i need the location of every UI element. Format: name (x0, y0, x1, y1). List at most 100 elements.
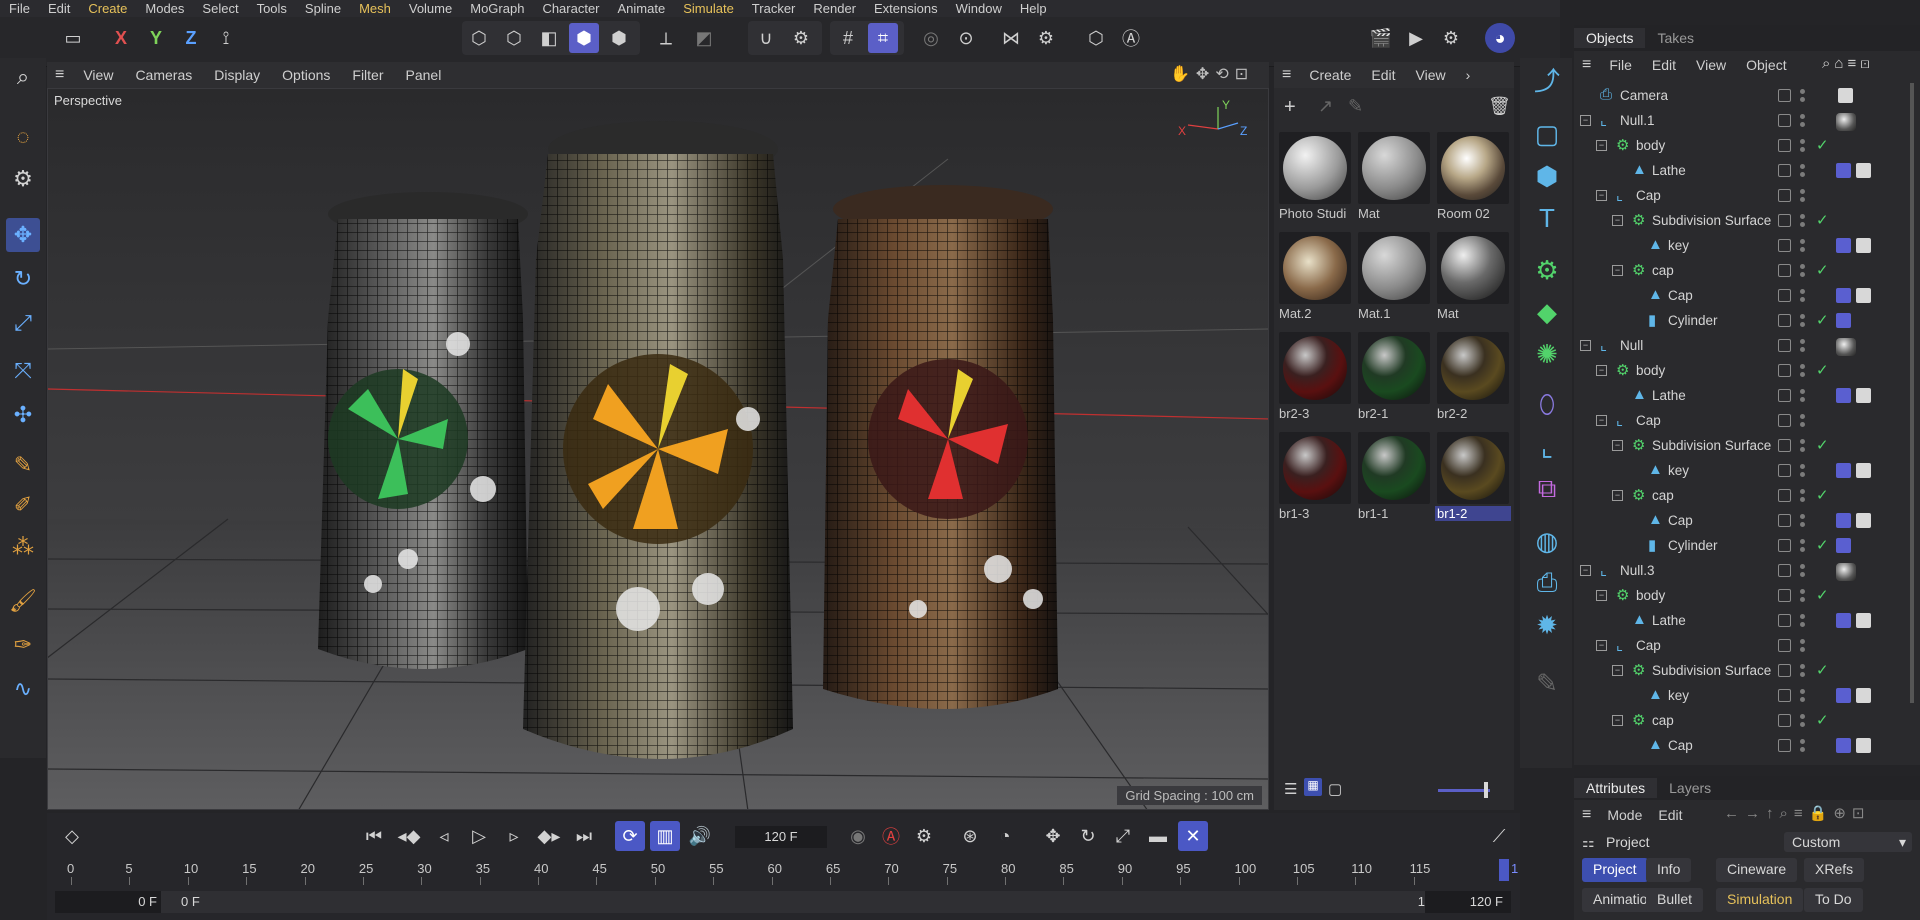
enabled-check-icon[interactable]: ✓ (1816, 136, 1829, 154)
render-visibility-dot[interactable] (1800, 122, 1805, 127)
viewport-menu-cameras[interactable]: Cameras (124, 67, 203, 83)
object-name[interactable]: cap (1652, 488, 1674, 503)
coordinate-system-icon[interactable]: ⟟ (211, 23, 241, 53)
render-settings-a-icon[interactable]: Ⓐ (1116, 23, 1146, 53)
object-row-cap[interactable]: ▲ Cap (1574, 733, 1920, 758)
attributes-menu-edit[interactable]: Edit (1650, 807, 1690, 823)
object-name[interactable]: Cap (1668, 513, 1693, 528)
object-row-cylinder[interactable]: ▮ Cylinder ✓ (1574, 533, 1920, 558)
render-visibility-dot[interactable] (1800, 272, 1805, 277)
editor-visibility-dot[interactable] (1800, 514, 1805, 519)
solo-off-icon[interactable]: ◎ (916, 23, 946, 53)
render-visibility-dot[interactable] (1800, 747, 1805, 752)
delete-material-icon[interactable]: 🗑 (1488, 96, 1511, 117)
render-visibility-dot[interactable] (1800, 297, 1805, 302)
render-visibility-dot[interactable] (1800, 347, 1805, 352)
collapse-icon[interactable]: − (1596, 415, 1607, 426)
eyedropper-icon[interactable]: ✎ (1348, 96, 1363, 117)
enabled-check-icon[interactable]: ✓ (1816, 536, 1829, 554)
enabled-check-icon[interactable]: ✓ (1816, 311, 1829, 329)
render-visibility-dot[interactable] (1800, 372, 1805, 377)
object-row-subdivision-surface[interactable]: − ⚙ Subdivision Surface ✓ (1574, 208, 1920, 233)
interactive-render-region-icon[interactable]: ⬡ (1081, 23, 1111, 53)
deformer-icon[interactable]: ⬯ (1528, 386, 1566, 424)
editor-visibility-dot[interactable] (1800, 89, 1805, 94)
material-tag-icon[interactable] (1836, 738, 1851, 753)
uvw-tag-icon[interactable] (1856, 613, 1871, 628)
thumbnail-size-handle[interactable] (1484, 782, 1488, 798)
mograph-cloner-icon[interactable]: ◆ (1528, 293, 1566, 331)
object-row-body[interactable]: − ⚙ body ✓ (1574, 358, 1920, 383)
layer-edit-icon[interactable] (1778, 264, 1791, 277)
layer-edit-icon[interactable] (1778, 189, 1791, 202)
lock-z-axis-button[interactable]: Z (176, 23, 206, 53)
material-swatch-br2-1[interactable]: br2-1 (1356, 330, 1432, 426)
layer-edit-icon[interactable] (1778, 364, 1791, 377)
material-tag-icon[interactable] (1836, 463, 1851, 478)
objects-menu-object[interactable]: Object (1736, 57, 1796, 73)
layer-edit-icon[interactable] (1778, 439, 1791, 452)
objects-hamburger-icon[interactable]: ≡ (1574, 56, 1599, 74)
menu-character[interactable]: Character (533, 1, 608, 16)
editor-visibility-dot[interactable] (1800, 289, 1805, 294)
render-visibility-dot[interactable] (1800, 447, 1805, 452)
collapse-icon[interactable]: − (1580, 565, 1591, 576)
object-name[interactable]: Cap (1636, 188, 1661, 203)
render-visibility-dot[interactable] (1800, 322, 1805, 327)
render-visibility-dot[interactable] (1800, 622, 1805, 627)
object-row-null-3[interactable]: − ⌞ Null.3 (1574, 558, 1920, 583)
editor-visibility-dot[interactable] (1800, 139, 1805, 144)
symmetry-settings-icon[interactable]: ⚙ (1031, 23, 1061, 53)
collapse-icon[interactable]: − (1612, 215, 1623, 226)
object-row-subdivision-surface[interactable]: − ⚙ Subdivision Surface ✓ (1574, 433, 1920, 458)
startup-layout-icon[interactable]: ◕ (1485, 23, 1515, 53)
collapse-icon[interactable]: − (1596, 140, 1607, 151)
layer-edit-icon[interactable] (1778, 89, 1791, 102)
menu-tracker[interactable]: Tracker (743, 1, 805, 16)
uvw-tag-icon[interactable] (1856, 738, 1871, 753)
editor-visibility-dot[interactable] (1800, 639, 1805, 644)
layer-edit-icon[interactable] (1778, 739, 1791, 752)
menu-create[interactable]: Create (79, 1, 136, 16)
render-visibility-dot[interactable] (1800, 247, 1805, 252)
undo-history-icon[interactable]: ▭ (58, 23, 88, 53)
viewport-menu-view[interactable]: View (72, 67, 124, 83)
lock-x-axis-button[interactable]: X (106, 23, 136, 53)
thumbnail-size-slider[interactable] (1438, 789, 1490, 792)
collapse-icon[interactable]: − (1596, 640, 1607, 651)
large-view-icon[interactable]: ▢ (1328, 780, 1342, 798)
editor-visibility-dot[interactable] (1800, 714, 1805, 719)
object-row-null-1[interactable]: − ⌞ Null.1 (1574, 108, 1920, 133)
material-swatch-br2-2[interactable]: br2-2 (1435, 330, 1511, 426)
viewport-menu-panel[interactable]: Panel (395, 67, 453, 83)
menu-edit[interactable]: Edit (39, 1, 79, 16)
light-icon[interactable]: ✹ (1528, 606, 1566, 644)
editor-visibility-dot[interactable] (1800, 664, 1805, 669)
editor-visibility-dot[interactable] (1800, 214, 1805, 219)
menu-file[interactable]: File (0, 1, 39, 16)
object-row-cap[interactable]: − ⚙ cap ✓ (1574, 483, 1920, 508)
axis-mode-icon[interactable]: ⟂ (651, 23, 681, 53)
uvw-tag-icon[interactable] (1856, 513, 1871, 528)
menu-modes[interactable]: Modes (136, 1, 193, 16)
object-name[interactable]: Cap (1636, 413, 1661, 428)
attributes-tab-xrefs[interactable]: XRefs (1804, 858, 1865, 882)
menu-select[interactable]: Select (193, 1, 247, 16)
collapse-icon[interactable]: − (1580, 340, 1591, 351)
layer-edit-icon[interactable] (1778, 489, 1791, 502)
search-icon[interactable]: ⌕ (6, 60, 40, 94)
render-visibility-dot[interactable] (1800, 197, 1805, 202)
protection-tag-icon[interactable] (1838, 88, 1853, 103)
layer-edit-icon[interactable] (1778, 389, 1791, 402)
collapse-icon[interactable]: − (1612, 490, 1623, 501)
snap-settings-icon[interactable]: ⚙ (786, 23, 816, 53)
collapse-icon[interactable]: − (1612, 265, 1623, 276)
planar-workplane-icon[interactable]: ⌗ (868, 23, 898, 53)
layer-edit-icon[interactable] (1778, 564, 1791, 577)
object-row-lathe[interactable]: ▲ Lathe (1574, 608, 1920, 633)
object-row-key[interactable]: ▲ key (1574, 233, 1920, 258)
enabled-check-icon[interactable]: ✓ (1816, 711, 1829, 729)
material-tag-icon[interactable] (1836, 613, 1851, 628)
render-visibility-dot[interactable] (1800, 522, 1805, 527)
editor-visibility-dot[interactable] (1800, 439, 1805, 444)
